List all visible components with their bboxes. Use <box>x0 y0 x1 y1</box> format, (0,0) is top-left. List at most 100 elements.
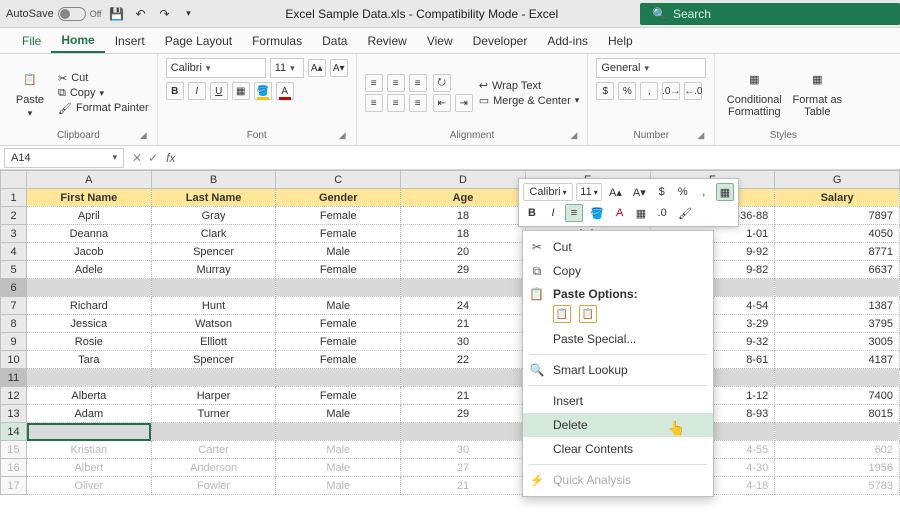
cell[interactable]: Gray <box>151 207 276 225</box>
cell[interactable]: Harper <box>151 387 276 405</box>
tab-formulas[interactable]: Formulas <box>242 28 312 53</box>
fill-color-button[interactable]: 🪣 <box>254 82 272 100</box>
autosave-toggle[interactable]: AutoSave Off <box>6 7 102 21</box>
tab-data[interactable]: Data <box>312 28 357 53</box>
cell[interactable] <box>401 369 526 387</box>
cell[interactable]: Spencer <box>151 243 276 261</box>
mini-align[interactable]: ≡ <box>565 204 583 222</box>
cell[interactable]: Jessica <box>27 315 152 333</box>
row-header[interactable]: 13 <box>1 405 27 423</box>
shrink-font-button[interactable]: A▾ <box>330 59 348 77</box>
cell[interactable] <box>27 279 152 297</box>
cm-delete[interactable]: Delete👆 <box>523 413 713 437</box>
cell[interactable]: Female <box>276 387 401 405</box>
format-as-table-button[interactable]: ▦ Format as Table <box>791 68 843 118</box>
header-cell[interactable]: First Name <box>27 189 152 207</box>
cell[interactable]: Kristian <box>27 441 152 459</box>
merge-center-button[interactable]: ▭Merge & Center▾ <box>479 94 580 107</box>
comma-button[interactable]: , <box>640 82 658 100</box>
cm-cut[interactable]: ✂Cut <box>523 235 713 259</box>
save-icon[interactable]: 💾 <box>108 5 126 23</box>
align-right-button[interactable]: ≡ <box>409 94 427 112</box>
mini-shrink-font[interactable]: A▾ <box>629 183 650 201</box>
wrap-text-button[interactable]: ↩Wrap Text <box>479 79 580 92</box>
column-header[interactable]: G <box>775 171 900 189</box>
column-header[interactable]: A <box>27 171 152 189</box>
font-name-dropdown[interactable]: Calibri▾ <box>166 58 266 78</box>
tab-page-layout[interactable]: Page Layout <box>155 28 242 53</box>
align-bottom-button[interactable]: ≡ <box>409 74 427 92</box>
tab-addins[interactable]: Add-ins <box>537 28 598 53</box>
row-header[interactable]: 6 <box>1 279 27 297</box>
cell[interactable]: 30 <box>401 333 526 351</box>
bold-button[interactable]: B <box>166 82 184 100</box>
cell[interactable]: Tara <box>27 351 152 369</box>
row-header[interactable]: 1 <box>1 189 27 207</box>
row-header[interactable]: 14 <box>1 423 27 441</box>
mini-format-painter[interactable]: 🖌 <box>674 204 696 222</box>
cell[interactable] <box>27 369 152 387</box>
cell[interactable]: 5783 <box>775 477 900 495</box>
cm-copy[interactable]: ⧉Copy <box>523 259 713 283</box>
cell[interactable]: Female <box>276 351 401 369</box>
cell[interactable]: Turner <box>151 405 276 423</box>
column-header[interactable]: D <box>401 171 526 189</box>
cell[interactable]: Male <box>276 405 401 423</box>
mini-font-name[interactable]: Calibri▾ <box>523 183 573 201</box>
cell[interactable]: 1956 <box>775 459 900 477</box>
cell[interactable]: Male <box>276 243 401 261</box>
row-header[interactable]: 5 <box>1 261 27 279</box>
italic-button[interactable]: I <box>188 82 206 100</box>
cell[interactable] <box>151 369 276 387</box>
header-cell[interactable]: Last Name <box>151 189 276 207</box>
cell[interactable]: Female <box>276 225 401 243</box>
mini-table-icon[interactable]: ▦ <box>716 183 734 201</box>
orientation-button[interactable]: ⭮ <box>433 74 451 92</box>
header-cell[interactable]: Salary <box>775 189 900 207</box>
cell[interactable]: 6637 <box>775 261 900 279</box>
cell[interactable] <box>775 423 900 441</box>
cell[interactable]: Fowler <box>151 477 276 495</box>
row-header[interactable]: 4 <box>1 243 27 261</box>
column-header[interactable]: B <box>151 171 276 189</box>
cell[interactable]: 27 <box>401 459 526 477</box>
mini-borders[interactable]: ▦ <box>632 204 650 222</box>
cell[interactable]: Anderson <box>151 459 276 477</box>
cell[interactable]: 29 <box>401 261 526 279</box>
paste-button[interactable]: 📋 Paste ▾ <box>8 68 52 119</box>
tab-view[interactable]: View <box>417 28 463 53</box>
tab-insert[interactable]: Insert <box>105 28 155 53</box>
cell[interactable]: Murray <box>151 261 276 279</box>
align-left-button[interactable]: ≡ <box>365 94 383 112</box>
row-header[interactable]: 9 <box>1 333 27 351</box>
cell[interactable]: 8015 <box>775 405 900 423</box>
select-all-cell[interactable] <box>1 171 27 189</box>
tab-file[interactable]: File <box>12 28 51 53</box>
cell[interactable]: 7897 <box>775 207 900 225</box>
align-middle-button[interactable]: ≡ <box>387 74 405 92</box>
cell[interactable]: 20 <box>401 243 526 261</box>
cell[interactable]: Carter <box>151 441 276 459</box>
toggle-off-icon[interactable] <box>58 7 86 21</box>
undo-icon[interactable]: ↶ <box>132 5 150 23</box>
cell[interactable]: 1387 <box>775 297 900 315</box>
row-header[interactable]: 11 <box>1 369 27 387</box>
cell[interactable] <box>276 423 401 441</box>
indent-increase-button[interactable]: ⇥ <box>455 94 473 112</box>
row-header[interactable]: 17 <box>1 477 27 495</box>
percent-button[interactable]: % <box>618 82 636 100</box>
row-header[interactable]: 2 <box>1 207 27 225</box>
tab-developer[interactable]: Developer <box>463 28 538 53</box>
cell[interactable] <box>401 279 526 297</box>
tab-home[interactable]: Home <box>51 28 104 53</box>
cell[interactable]: Female <box>276 261 401 279</box>
cell[interactable]: 21 <box>401 315 526 333</box>
cm-paste-option-1[interactable]: 📋 <box>553 305 571 323</box>
cell[interactable]: 30 <box>401 441 526 459</box>
mini-font-size[interactable]: 11▾ <box>576 183 602 201</box>
font-size-dropdown[interactable]: 11▾ <box>270 58 304 78</box>
cell[interactable]: 29 <box>401 405 526 423</box>
column-header[interactable]: C <box>276 171 401 189</box>
cell[interactable]: 3795 <box>775 315 900 333</box>
cell[interactable]: Male <box>276 477 401 495</box>
